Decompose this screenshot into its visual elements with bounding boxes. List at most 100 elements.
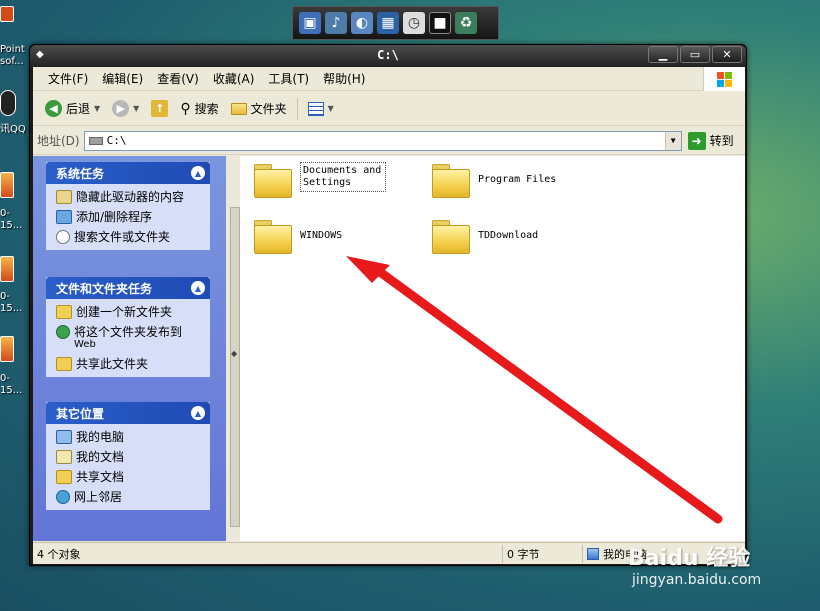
folder-label: TDDownload <box>478 230 539 241</box>
menu-view[interactable]: 查看(V) <box>150 70 206 87</box>
folder-program-files[interactable]: Program Files <box>432 162 557 198</box>
shared-documents-icon <box>56 470 72 484</box>
file-icon[interactable] <box>0 336 14 362</box>
window-title: C:\ <box>377 48 399 62</box>
place-my-documents[interactable]: 我的文档 <box>56 450 204 464</box>
task-pane-scrollbar[interactable] <box>230 207 240 527</box>
system-tasks-header[interactable]: 系统任务 ▲ <box>46 162 210 184</box>
go-button[interactable]: ➜ 转到 <box>687 131 734 150</box>
views-icon <box>307 101 324 116</box>
folder-documents-and-settings[interactable]: Documents and Settings <box>254 162 386 198</box>
task-share-folder[interactable]: 共享此文件夹 <box>56 357 204 371</box>
minimize-button[interactable]: ▁ <box>648 46 678 63</box>
folder-windows[interactable]: WINDOWS <box>254 218 343 254</box>
folder-label: WINDOWS <box>300 230 343 241</box>
address-input[interactable]: C:\ ▼ <box>83 130 682 151</box>
forward-arrow-icon: ▶ <box>112 100 130 117</box>
search-button[interactable]: ⚲ 搜索 <box>176 98 222 119</box>
media-icon[interactable]: ♪ <box>325 12 347 34</box>
panel-body: 隐藏此驱动器的内容 添加/删除程序 搜索文件或文件夹 <box>46 184 210 250</box>
place-shared-documents[interactable]: 共享文档 <box>56 470 204 484</box>
task-sublabel: Web <box>74 339 96 350</box>
file-list: Documents and Settings Program Files WIN… <box>240 156 745 541</box>
folder-icon <box>432 162 470 198</box>
hide-drive-icon <box>56 190 72 204</box>
my-documents-icon <box>56 450 72 464</box>
toolbar-divider <box>296 97 298 120</box>
views-button[interactable]: ▼ <box>304 100 338 118</box>
calendar-icon[interactable]: ▦ <box>377 12 399 34</box>
menu-help[interactable]: 帮助(H) <box>316 70 372 87</box>
system-tasks-panel: 系统任务 ▲ 隐藏此驱动器的内容 添加/删除程序 搜索文件或文件夹 <box>46 162 210 250</box>
search-label: 搜索 <box>194 102 219 116</box>
my-computer-icon <box>587 547 599 560</box>
search-icon: ⚲ <box>180 100 191 117</box>
publish-web-icon <box>56 325 70 339</box>
scroll-grip-icon[interactable]: ◆ <box>231 349 237 358</box>
folder-label: Program Files <box>478 174 557 185</box>
panel-title: 其它位置 <box>56 406 105 421</box>
desktop-label: 0-15... <box>0 291 23 314</box>
task-add-remove-programs[interactable]: 添加/删除程序 <box>56 210 204 224</box>
folder-icon <box>254 162 292 198</box>
menu-file[interactable]: 文件(F) <box>41 70 95 87</box>
recycle-icon[interactable]: ♻ <box>455 12 477 34</box>
chevron-down-icon[interactable]: ▼ <box>328 104 334 113</box>
desktop-icons: Point sof... 讯QQ 0-15... 0-15... 0-15... <box>0 0 30 611</box>
slideshow-icon[interactable]: ■ <box>429 12 451 34</box>
up-button[interactable]: ↑ <box>147 98 172 119</box>
add-remove-programs-icon <box>56 210 72 224</box>
address-label: 地址(D) <box>37 134 80 148</box>
desktop-icon[interactable]: ▣ <box>299 12 321 34</box>
file-icon[interactable] <box>0 256 14 282</box>
task-label-wrap: 将这个文件夹发布到 Web <box>74 325 182 351</box>
collapse-icon[interactable]: ▲ <box>191 166 205 180</box>
title-bar[interactable]: ◆ C:\ ▁ ▭ ✕ <box>30 45 746 67</box>
task-pane: 系统任务 ▲ 隐藏此驱动器的内容 添加/删除程序 搜索文件或文件夹 文件和文件夹… <box>33 156 226 541</box>
window-client: 文件(F) 编辑(E) 查看(V) 收藏(A) 工具(T) 帮助(H) ◀ 后退… <box>33 67 745 564</box>
qq-icon[interactable] <box>0 90 16 116</box>
chevron-down-icon[interactable]: ▼ <box>133 104 139 113</box>
desktop-label: Point sof... <box>0 44 25 67</box>
menu-tools[interactable]: 工具(T) <box>261 70 316 87</box>
baidu-watermark-url: jingyan.baidu.com <box>632 572 762 588</box>
address-dropdown-icon[interactable]: ▼ <box>664 131 681 150</box>
status-count: 4 个对象 <box>33 544 503 563</box>
place-network[interactable]: 网上邻居 <box>56 490 204 504</box>
menu-bar: 文件(F) 编辑(E) 查看(V) 收藏(A) 工具(T) 帮助(H) <box>33 67 745 91</box>
folders-label: 文件夹 <box>250 102 287 116</box>
task-label: 搜索文件或文件夹 <box>74 230 171 244</box>
task-search-files[interactable]: 搜索文件或文件夹 <box>56 230 204 244</box>
place-label: 我的电脑 <box>76 430 125 444</box>
menu-favorites[interactable]: 收藏(A) <box>206 70 262 87</box>
task-new-folder[interactable]: 创建一个新文件夹 <box>56 305 204 319</box>
place-my-computer[interactable]: 我的电脑 <box>56 430 204 444</box>
menu-edit[interactable]: 编辑(E) <box>95 70 150 87</box>
back-button[interactable]: ◀ 后退 ▼ <box>41 98 104 119</box>
toolbar: ◀ 后退 ▼ ▶ ▼ ↑ ⚲ 搜索 文件夹 ▼ <box>33 92 745 126</box>
file-folder-tasks-header[interactable]: 文件和文件夹任务 ▲ <box>46 277 210 299</box>
up-folder-icon: ↑ <box>151 100 169 117</box>
place-label: 我的文档 <box>76 450 125 464</box>
address-value: C:\ <box>106 134 127 147</box>
maximize-button[interactable]: ▭ <box>680 46 710 63</box>
folder-icon <box>254 218 292 254</box>
windows-logo-icon <box>703 67 745 91</box>
chevron-down-icon[interactable]: ▼ <box>94 104 100 113</box>
task-hide-drive[interactable]: 隐藏此驱动器的内容 <box>56 190 204 204</box>
folder-tddownload[interactable]: TDDownload <box>432 218 539 254</box>
powerpoint-icon[interactable] <box>0 6 14 22</box>
browser-icon[interactable]: ◐ <box>351 12 373 34</box>
folders-button[interactable]: 文件夹 <box>227 98 291 119</box>
other-places-header[interactable]: 其它位置 ▲ <box>46 402 210 424</box>
drive-icon <box>88 136 103 145</box>
collapse-icon[interactable]: ▲ <box>191 281 205 295</box>
clock-icon[interactable]: ◷ <box>403 12 425 34</box>
file-icon[interactable] <box>0 172 14 198</box>
task-publish-web[interactable]: 将这个文件夹发布到 Web <box>56 325 204 351</box>
task-label: 将这个文件夹发布到 <box>74 325 183 339</box>
status-size: 0 字节 <box>503 544 583 563</box>
close-button[interactable]: ✕ <box>712 46 742 63</box>
collapse-icon[interactable]: ▲ <box>191 406 205 420</box>
forward-button[interactable]: ▶ ▼ <box>108 98 143 119</box>
